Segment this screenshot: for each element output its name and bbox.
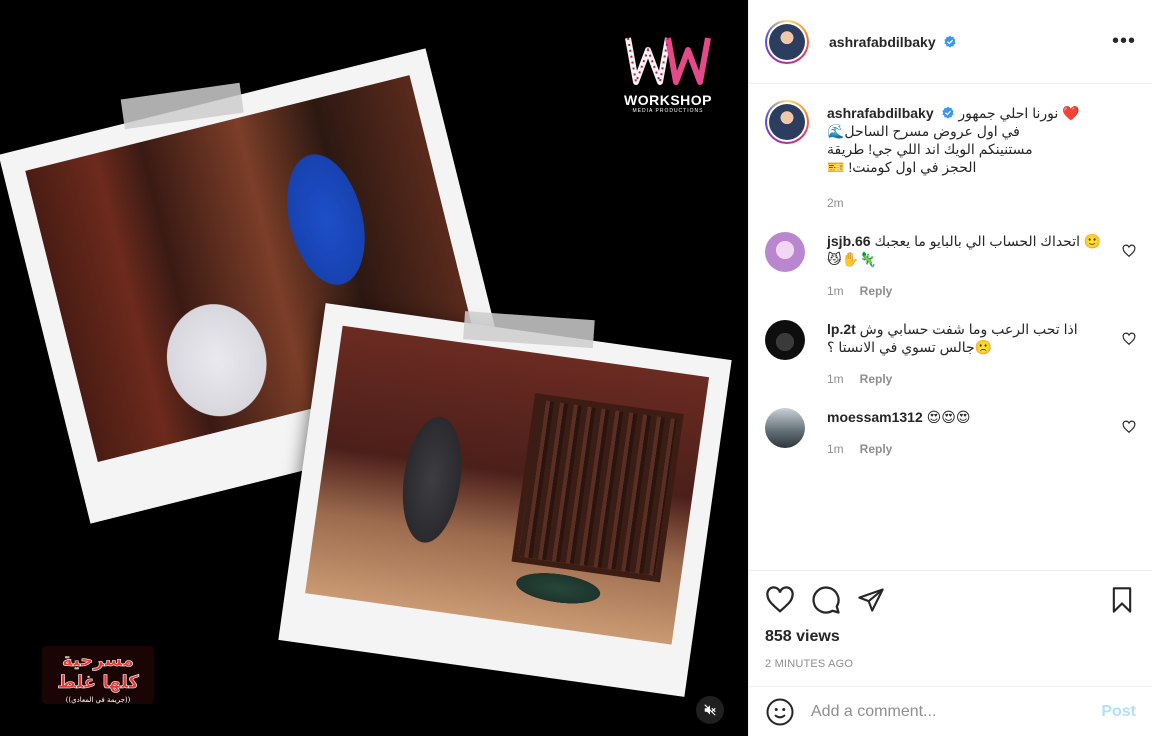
bookshelf [511, 393, 684, 583]
reply-button[interactable]: Reply [860, 442, 893, 456]
post-comment-button[interactable]: Post [1101, 703, 1136, 721]
show-logo-subtitle: ((جريمة في المعادي)) [66, 696, 131, 704]
author-username-text[interactable]: ashrafabdilbaky [829, 34, 936, 50]
workshop-logo-mark [622, 30, 714, 90]
tape-strip [463, 311, 595, 349]
heart-icon[interactable] [765, 585, 795, 615]
author-avatar[interactable] [765, 19, 809, 64]
comment-item: jsjb.66 اتحداك الحساب الي بالبايو ما يعج… [765, 232, 1136, 298]
comment-username[interactable]: lp.2t [827, 321, 856, 337]
commenter-avatar[interactable] [765, 232, 805, 272]
stage-scene-2 [305, 325, 710, 645]
workshop-logo: WORKSHOP MEDIA PRODUCTIONS [618, 30, 718, 114]
show-logo-line1: مسرحية [62, 650, 134, 671]
bookmark-icon[interactable] [1108, 586, 1136, 614]
comment-icon[interactable] [811, 585, 841, 615]
comment-timestamp[interactable]: 1m [827, 372, 844, 386]
mute-icon [704, 704, 716, 716]
comment-username[interactable]: moessam1312 [827, 409, 923, 425]
caption-row: ashrafabdilbaky نورنا احلي جمهور ❤️ في ا… [765, 100, 1136, 210]
reply-button[interactable]: Reply [860, 284, 893, 298]
show-logo-line2: كلها غلط [57, 672, 139, 693]
polaroid-photo-2 [278, 303, 732, 697]
post-actions-bar [749, 570, 1152, 628]
instagram-post-view: WORKSHOP MEDIA PRODUCTIONS مسرحية كلها غ… [0, 0, 1152, 736]
like-comment-heart-icon[interactable] [1122, 244, 1136, 258]
commenter-avatar[interactable] [765, 320, 805, 360]
comment-timestamp[interactable]: 1m [827, 284, 844, 298]
emoji-icon[interactable] [765, 697, 795, 727]
caption-username[interactable]: ashrafabdilbaky [827, 105, 934, 121]
more-options-icon[interactable]: ••• [1112, 30, 1136, 53]
workshop-logo-subtitle: MEDIA PRODUCTIONS [632, 108, 704, 114]
caption-author-avatar[interactable] [765, 100, 809, 144]
post-timestamp: 2 MINUTES AGO [765, 658, 854, 670]
caption-line: مستنينكم الويك اند اللي جي! طريقة [827, 141, 1033, 157]
post-header: ashrafabdilbaky ••• [749, 0, 1152, 84]
author-username[interactable]: ashrafabdilbaky [829, 34, 957, 50]
comment-text: moessam1312 😍😍😍 [827, 408, 1114, 426]
comment-body: 😍😍😍 [926, 409, 971, 425]
reply-button[interactable]: Reply [860, 372, 893, 386]
post-media[interactable]: WORKSHOP MEDIA PRODUCTIONS مسرحية كلها غ… [0, 0, 748, 736]
caption-line: في اول عروض مسرح الساحل🌊 [827, 123, 1020, 139]
mute-button[interactable] [696, 696, 724, 724]
share-icon[interactable] [857, 586, 885, 614]
verified-badge-icon [941, 106, 954, 119]
caption-timestamp[interactable]: 2m [827, 196, 844, 210]
add-comment-bar: Post [749, 686, 1152, 736]
show-title-logo: مسرحية كلها غلط ((جريمة في المعادي)) [38, 640, 158, 710]
comment-input[interactable] [811, 702, 1102, 721]
comment-timestamp[interactable]: 1m [827, 442, 844, 456]
comment-body: اذا تحب الرعب وما شفت حسابي وش جالس تسوي… [827, 321, 1078, 355]
view-count[interactable]: 858 views [749, 628, 1152, 652]
post-caption: ashrafabdilbaky نورنا احلي جمهور ❤️ في ا… [827, 104, 1114, 176]
comment-text: lp.2t اذا تحب الرعب وما شفت حسابي وش جال… [827, 320, 1114, 356]
post-side-panel: ashrafabdilbaky ••• ashrafabdilbaky نورن… [748, 0, 1152, 736]
caption-line: الحجز في اول كومنت! 🎫 [827, 159, 977, 175]
caption-avatar-image [769, 104, 805, 140]
comment-item: moessam1312 😍😍😍 1m Reply [765, 408, 1136, 456]
comment-text: jsjb.66 اتحداك الحساب الي بالبايو ما يعج… [827, 232, 1114, 268]
like-comment-heart-icon[interactable] [1122, 420, 1136, 434]
workshop-logo-text: WORKSHOP [624, 92, 712, 108]
commenter-avatar[interactable] [765, 408, 805, 448]
comment-username[interactable]: jsjb.66 [827, 233, 871, 249]
verified-badge-icon [943, 35, 956, 48]
caption-line: نورنا احلي جمهور ❤️ [958, 105, 1080, 121]
comment-item: lp.2t اذا تحب الرعب وما شفت حسابي وش جال… [765, 320, 1136, 386]
author-avatar-image [769, 23, 805, 60]
like-comment-heart-icon[interactable] [1122, 332, 1136, 346]
comments-scroll-area[interactable]: ashrafabdilbaky نورنا احلي جمهور ❤️ في ا… [749, 84, 1152, 570]
